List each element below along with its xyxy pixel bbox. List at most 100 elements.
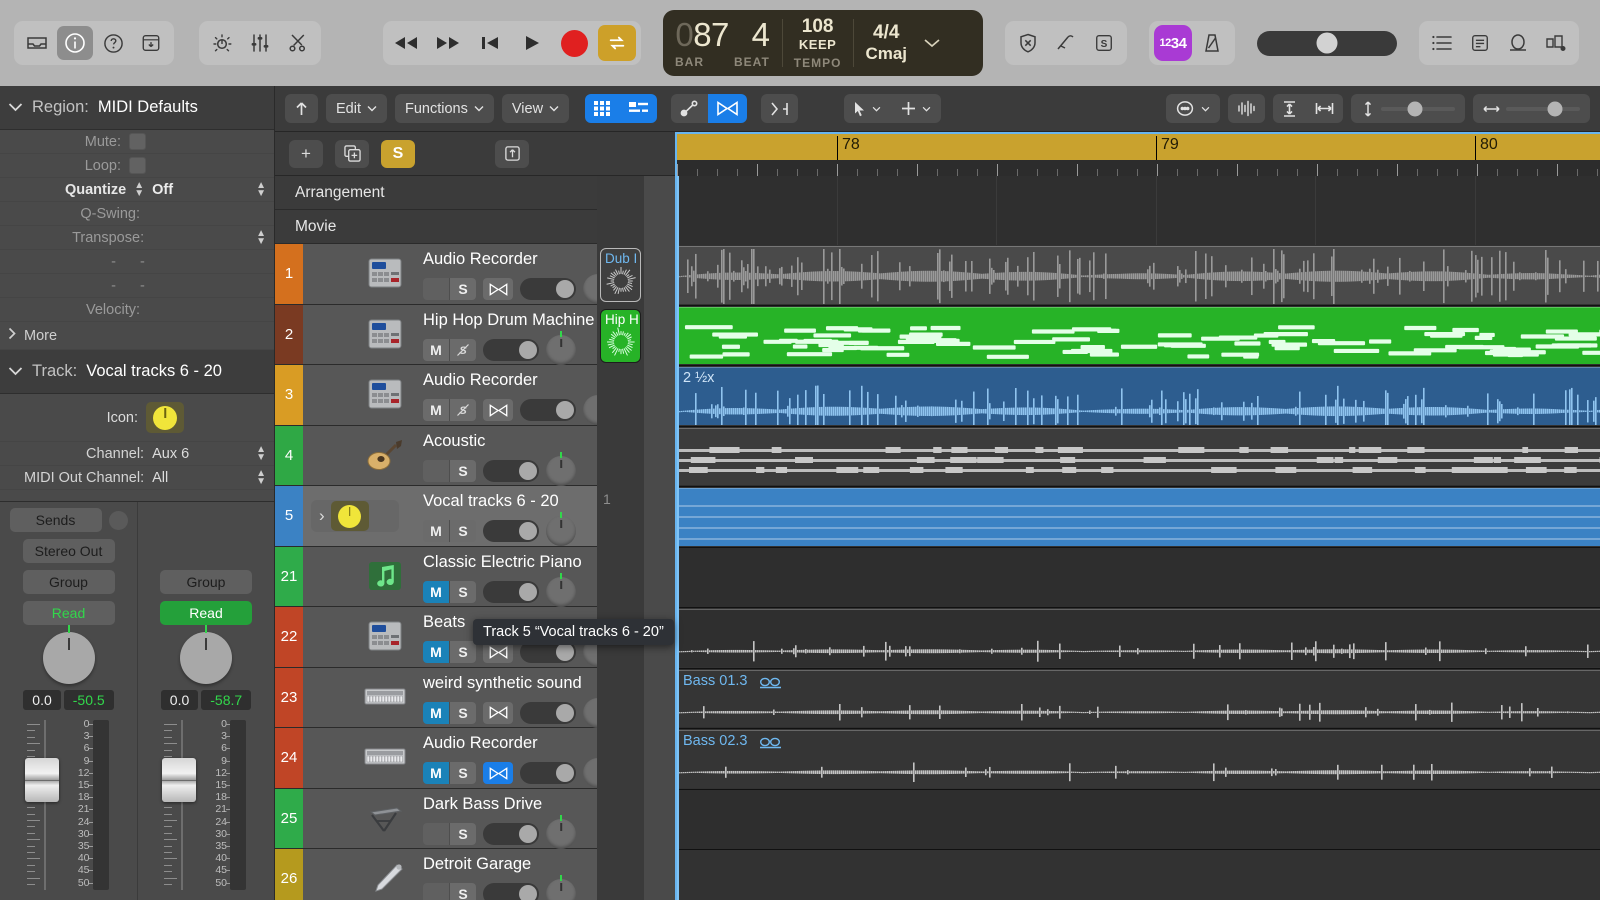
lcd-signature[interactable]: 4/4 Cmaj — [853, 10, 919, 76]
metronome-icon[interactable] — [1194, 26, 1230, 60]
volume-slider-knob[interactable] — [556, 643, 574, 661]
track-icon[interactable] — [361, 317, 409, 351]
solo-button[interactable]: S — [450, 762, 476, 784]
region[interactable] — [677, 307, 1600, 365]
mute-button[interactable] — [423, 823, 449, 845]
inspector-row-midi-out[interactable]: MIDI Out Channel: All ▲▼ — [0, 466, 274, 490]
track-number[interactable]: 25 — [275, 789, 303, 849]
editors-icon[interactable] — [280, 26, 316, 60]
channel-value[interactable]: Aux 6 — [152, 446, 248, 462]
region-disclosure-chevron-icon[interactable] — [8, 98, 23, 117]
volume-slider-knob[interactable] — [519, 341, 537, 359]
record-enable-icon[interactable] — [483, 702, 513, 724]
transpose-stepper-icon[interactable]: ▲▼ — [256, 230, 266, 246]
record-icon[interactable] — [556, 26, 592, 60]
volume-slider[interactable] — [520, 399, 576, 421]
track-name[interactable]: Dark Bass Drive — [423, 795, 542, 814]
notes-icon[interactable] — [1462, 26, 1498, 60]
cycle-icon[interactable] — [598, 25, 636, 61]
track-name[interactable]: Audio Recorder — [423, 371, 538, 390]
track-name[interactable]: Hip Hop Drum Machine — [423, 311, 594, 330]
pan-knob[interactable] — [546, 335, 576, 365]
solo-icon[interactable]: S — [1086, 26, 1122, 60]
track-number[interactable]: 2 — [275, 305, 303, 365]
region[interactable]: Bass 02.3 — [677, 730, 1600, 788]
lcd-tempo[interactable]: 108 KEEP TEMPO — [782, 10, 854, 76]
vertical-zoom-icon[interactable] — [1273, 94, 1306, 123]
more-chevron-right-icon[interactable] — [8, 327, 17, 344]
track-name[interactable]: Audio Recorder — [423, 250, 538, 269]
browsers-icon[interactable] — [1538, 26, 1574, 60]
inspector-row-loop[interactable]: Loop: — [0, 154, 274, 178]
quantize-stepper-icon[interactable]: ▲▼ — [256, 182, 266, 198]
pan-value-2[interactable]: 0.0 — [161, 690, 198, 710]
inspector-row-quantize[interactable]: Quantize ▲▼ Off ▲▼ — [0, 178, 274, 202]
group-button-1[interactable]: Group — [23, 570, 115, 594]
volume-slider-knob[interactable] — [556, 280, 574, 298]
pan-knob[interactable] — [546, 577, 576, 607]
quick-help-icon[interactable] — [95, 26, 131, 60]
loop-link-icon[interactable] — [759, 676, 782, 694]
go-to-beginning-icon[interactable] — [472, 26, 508, 60]
chevron-right-icon[interactable]: › — [319, 506, 325, 526]
quantize-menu-arrows-icon[interactable]: ▲▼ — [134, 182, 144, 198]
bar-ruler[interactable]: 78 79 80 — [675, 132, 1600, 176]
snap-icon[interactable] — [761, 94, 798, 123]
grid-view-icon[interactable] — [585, 94, 620, 123]
region[interactable] — [677, 609, 1600, 667]
solo-button[interactable]: S — [450, 702, 476, 724]
lcd-position[interactable]: 087 4 BAR BEAT — [663, 10, 782, 76]
track-lane[interactable] — [677, 850, 1600, 900]
export-icon[interactable] — [495, 140, 529, 168]
volume-slider-knob[interactable] — [556, 401, 574, 419]
region[interactable]: Bass 01.3 — [677, 670, 1600, 728]
volume-slider[interactable] — [483, 823, 539, 845]
inspector-icon[interactable] — [57, 26, 93, 60]
pan-knob[interactable] — [546, 879, 576, 900]
play-icon[interactable] — [514, 26, 550, 60]
region[interactable] — [677, 246, 1600, 304]
track-icon[interactable] — [361, 377, 409, 411]
track-icon[interactable] — [361, 438, 409, 472]
loop-browser-icon[interactable] — [1500, 26, 1536, 60]
mixer-icon[interactable] — [242, 26, 278, 60]
automation-button-2[interactable]: Read — [160, 601, 252, 625]
volume-slider-knob[interactable] — [556, 704, 574, 722]
solo-all-button[interactable]: S — [381, 140, 415, 168]
lcd-display[interactable]: 087 4 BAR BEAT 108 KEEP TEMPO 4/4 Cmaj — [663, 10, 983, 76]
track-number[interactable]: 24 — [275, 728, 303, 788]
low-latency-icon[interactable] — [1010, 26, 1046, 60]
solo-button[interactable]: S — [450, 883, 476, 900]
inspector-row-channel[interactable]: Channel: Aux 6 ▲▼ — [0, 442, 274, 466]
inspector-row-mute[interactable]: Mute: — [0, 130, 274, 154]
add-track-button[interactable]: + — [289, 140, 323, 168]
inspector-row-transpose[interactable]: Transpose: ▲▼ — [0, 226, 274, 250]
rewind-icon[interactable] — [388, 26, 424, 60]
track-icon[interactable] — [361, 256, 409, 290]
solo-button[interactable]: S — [450, 823, 476, 845]
sends-button-1[interactable]: Sends — [10, 508, 102, 532]
solo-button[interactable]: S — [450, 641, 476, 663]
cycle-region[interactable] — [677, 134, 1600, 160]
track-name[interactable]: Vocal tracks 6 - 20 — [423, 492, 559, 511]
mute-button[interactable]: M — [423, 339, 449, 361]
midi-out-stepper-icon[interactable]: ▲▼ — [256, 470, 266, 486]
track-disclosure-chevron-icon[interactable] — [8, 362, 23, 381]
pan-knob-2[interactable] — [180, 632, 232, 684]
loop-checkbox[interactable] — [129, 157, 146, 174]
region[interactable]: Vocal tracks — [677, 488, 1600, 546]
tuner-icon[interactable] — [1048, 26, 1084, 60]
menu-edit[interactable]: Edit — [326, 94, 387, 123]
inspector-row-dash-1[interactable]: - - — [0, 250, 274, 274]
mute-checkbox[interactable] — [129, 133, 146, 150]
mute-button[interactable]: M — [423, 581, 449, 603]
vertical-zoom-slider[interactable] — [1351, 94, 1465, 123]
volume-slider[interactable] — [483, 460, 539, 482]
inspector-row-qswing[interactable]: Q-Swing: — [0, 202, 274, 226]
automation-button-1[interactable]: Read — [23, 601, 115, 625]
catch-playhead-icon[interactable] — [1166, 94, 1220, 123]
pan-knob[interactable] — [546, 456, 576, 486]
track-number[interactable]: 21 — [275, 547, 303, 607]
duplicate-track-icon[interactable] — [335, 140, 369, 168]
waveform-zoom-icon[interactable] — [1228, 94, 1265, 123]
